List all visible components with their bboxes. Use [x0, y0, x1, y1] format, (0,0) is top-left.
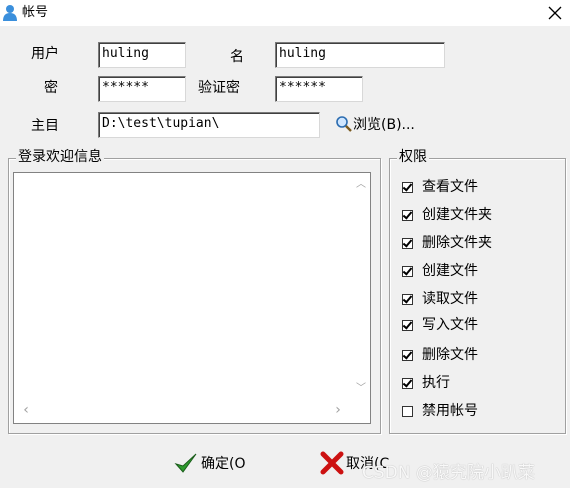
ok-button[interactable]: 确定(O: [174, 450, 245, 476]
verify-password-input[interactable]: ******: [275, 76, 363, 102]
password-input[interactable]: ******: [98, 76, 186, 102]
user-input[interactable]: huling: [98, 42, 186, 68]
checkbox[interactable]: [402, 405, 413, 417]
welcome-legend: 登录欢迎信息: [16, 149, 104, 165]
verify-password-label: 验证密: [198, 80, 240, 96]
home-dir-label: 主目: [31, 118, 59, 134]
magnifier-icon: [336, 116, 352, 132]
x-icon: [320, 451, 344, 475]
horizontal-scrollbar[interactable]: ‹ ›: [14, 401, 352, 421]
title-bar: [0, 0, 570, 26]
perm-disable-account[interactable]: 禁用帐号: [402, 401, 478, 421]
home-dir-input[interactable]: D:\test\tupian\: [98, 112, 320, 138]
scroll-down-arrow-icon[interactable]: ﹀: [355, 383, 367, 395]
window-title: 帐号: [22, 5, 49, 20]
browse-label: 浏览(B)...: [353, 117, 415, 133]
vertical-scrollbar[interactable]: ︿ ﹀: [352, 173, 370, 403]
close-button[interactable]: [540, 0, 570, 26]
checkbox[interactable]: [402, 319, 413, 331]
perm-view-files[interactable]: 查看文件: [402, 177, 478, 197]
password-label: 密: [44, 80, 58, 96]
perm-create-folder[interactable]: 创建文件夹: [402, 205, 492, 225]
perm-delete-file[interactable]: 删除文件: [402, 345, 478, 365]
perm-read-file[interactable]: 读取文件: [402, 289, 478, 309]
watermark: CSDN @猿究院小趴菜: [362, 463, 535, 483]
user-account-icon: [2, 4, 18, 22]
scroll-right-arrow-icon[interactable]: ›: [332, 403, 344, 417]
name-input[interactable]: huling: [275, 42, 445, 68]
check-icon: [174, 453, 197, 473]
perm-create-file[interactable]: 创建文件: [402, 261, 478, 281]
perm-execute[interactable]: 执行: [402, 373, 450, 393]
checkbox[interactable]: [402, 181, 413, 193]
name-label: 名: [230, 49, 244, 65]
checkbox[interactable]: [402, 293, 413, 305]
browse-button[interactable]: 浏览(B)...: [335, 113, 415, 135]
ok-label: 确定(O: [201, 456, 246, 472]
user-label: 用户: [31, 46, 59, 62]
perm-write-file[interactable]: 写入文件: [402, 315, 478, 335]
checkbox[interactable]: [402, 237, 413, 249]
welcome-message-textarea[interactable]: [13, 172, 371, 424]
checkbox[interactable]: [402, 209, 413, 221]
close-icon: [548, 6, 562, 20]
checkbox[interactable]: [402, 265, 413, 277]
permissions-legend: 权限: [397, 149, 429, 165]
perm-delete-folder[interactable]: 删除文件夹: [402, 233, 492, 253]
checkbox[interactable]: [402, 349, 413, 361]
scroll-left-arrow-icon[interactable]: ‹: [20, 403, 32, 417]
scroll-up-arrow-icon[interactable]: ︿: [355, 179, 367, 191]
checkbox[interactable]: [402, 377, 413, 389]
